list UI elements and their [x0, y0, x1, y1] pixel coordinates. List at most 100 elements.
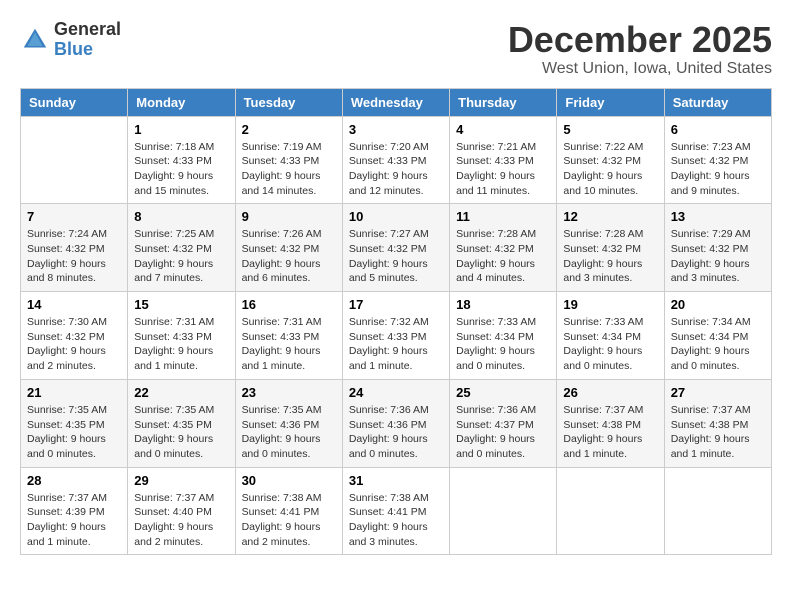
- day-number: 21: [27, 385, 121, 400]
- day-number: 28: [27, 473, 121, 488]
- day-info: Sunrise: 7:38 AMSunset: 4:41 PMDaylight:…: [242, 491, 336, 550]
- day-number: 7: [27, 209, 121, 224]
- calendar-table: SundayMondayTuesdayWednesdayThursdayFrid…: [20, 88, 772, 556]
- calendar-cell: 12 Sunrise: 7:28 AMSunset: 4:32 PMDayligh…: [557, 204, 664, 292]
- calendar-cell: 16 Sunrise: 7:31 AMSunset: 4:33 PMDayligh…: [235, 292, 342, 380]
- title-block: December 2025 West Union, Iowa, United S…: [508, 20, 772, 78]
- day-info: Sunrise: 7:35 AMSunset: 4:35 PMDaylight:…: [27, 403, 121, 462]
- day-number: 29: [134, 473, 228, 488]
- calendar-cell: 19 Sunrise: 7:33 AMSunset: 4:34 PMDayligh…: [557, 292, 664, 380]
- day-info: Sunrise: 7:23 AMSunset: 4:32 PMDaylight:…: [671, 140, 765, 199]
- day-info: Sunrise: 7:30 AMSunset: 4:32 PMDaylight:…: [27, 315, 121, 374]
- day-number: 23: [242, 385, 336, 400]
- calendar-cell: 13Sunrise: 7:29 AMSunset: 4:32 PMDayligh…: [664, 204, 771, 292]
- calendar-week-3: 14 Sunrise: 7:30 AMSunset: 4:32 PMDayligh…: [21, 292, 772, 380]
- day-number: 12: [563, 209, 657, 224]
- calendar-week-4: 21 Sunrise: 7:35 AMSunset: 4:35 PMDayligh…: [21, 379, 772, 467]
- calendar-week-2: 7 Sunrise: 7:24 AMSunset: 4:32 PMDaylight…: [21, 204, 772, 292]
- day-info: Sunrise: 7:25 AMSunset: 4:32 PMDaylight:…: [134, 227, 228, 286]
- day-info: Sunrise: 7:28 AMSunset: 4:32 PMDaylight:…: [563, 227, 657, 286]
- calendar-cell: 7 Sunrise: 7:24 AMSunset: 4:32 PMDaylight…: [21, 204, 128, 292]
- day-number: 3: [349, 122, 443, 137]
- day-number: 6: [671, 122, 765, 137]
- day-of-week-thursday: Thursday: [450, 88, 557, 116]
- calendar-cell: [21, 116, 128, 204]
- day-info: Sunrise: 7:37 AMSunset: 4:38 PMDaylight:…: [563, 403, 657, 462]
- day-number: 31: [349, 473, 443, 488]
- calendar-cell: 10 Sunrise: 7:27 AMSunset: 4:32 PMDayligh…: [342, 204, 449, 292]
- day-info: Sunrise: 7:33 AMSunset: 4:34 PMDaylight:…: [563, 315, 657, 374]
- calendar-cell: [557, 467, 664, 555]
- calendar-cell: 23Sunrise: 7:35 AMSunset: 4:36 PMDayligh…: [235, 379, 342, 467]
- day-number: 14: [27, 297, 121, 312]
- day-number: 26: [563, 385, 657, 400]
- logo: General Blue: [20, 20, 121, 60]
- day-number: 25: [456, 385, 550, 400]
- calendar-cell: 9 Sunrise: 7:26 AMSunset: 4:32 PMDaylight…: [235, 204, 342, 292]
- calendar-cell: 15Sunrise: 7:31 AMSunset: 4:33 PMDayligh…: [128, 292, 235, 380]
- calendar-cell: 14 Sunrise: 7:30 AMSunset: 4:32 PMDayligh…: [21, 292, 128, 380]
- calendar-body: 1 Sunrise: 7:18 AMSunset: 4:33 PMDaylight…: [21, 116, 772, 555]
- calendar-cell: 27Sunrise: 7:37 AMSunset: 4:38 PMDayligh…: [664, 379, 771, 467]
- day-of-week-tuesday: Tuesday: [235, 88, 342, 116]
- day-info: Sunrise: 7:31 AMSunset: 4:33 PMDaylight:…: [134, 315, 228, 374]
- location: West Union, Iowa, United States: [508, 60, 772, 78]
- page-header: General Blue December 2025 West Union, I…: [20, 20, 772, 78]
- calendar-cell: 21 Sunrise: 7:35 AMSunset: 4:35 PMDayligh…: [21, 379, 128, 467]
- calendar-cell: 24 Sunrise: 7:36 AMSunset: 4:36 PMDayligh…: [342, 379, 449, 467]
- calendar-cell: 2Sunrise: 7:19 AMSunset: 4:33 PMDaylight…: [235, 116, 342, 204]
- day-info: Sunrise: 7:38 AMSunset: 4:41 PMDaylight:…: [349, 491, 443, 550]
- day-number: 22: [134, 385, 228, 400]
- calendar-cell: 25 Sunrise: 7:36 AMSunset: 4:37 PMDayligh…: [450, 379, 557, 467]
- calendar-cell: 30 Sunrise: 7:38 AMSunset: 4:41 PMDayligh…: [235, 467, 342, 555]
- day-number: 5: [563, 122, 657, 137]
- calendar-cell: 31 Sunrise: 7:38 AMSunset: 4:41 PMDayligh…: [342, 467, 449, 555]
- day-info: Sunrise: 7:21 AMSunset: 4:33 PMDaylight:…: [456, 140, 550, 199]
- day-info: Sunrise: 7:36 AMSunset: 4:36 PMDaylight:…: [349, 403, 443, 462]
- day-number: 2: [242, 122, 336, 137]
- calendar-cell: 3 Sunrise: 7:20 AMSunset: 4:33 PMDaylight…: [342, 116, 449, 204]
- day-number: 1: [134, 122, 228, 137]
- day-of-week-wednesday: Wednesday: [342, 88, 449, 116]
- logo-general: General: [54, 20, 121, 40]
- day-number: 4: [456, 122, 550, 137]
- day-number: 11: [456, 209, 550, 224]
- day-info: Sunrise: 7:37 AMSunset: 4:39 PMDaylight:…: [27, 491, 121, 550]
- calendar-cell: 1 Sunrise: 7:18 AMSunset: 4:33 PMDaylight…: [128, 116, 235, 204]
- day-of-week-sunday: Sunday: [21, 88, 128, 116]
- day-info: Sunrise: 7:37 AMSunset: 4:38 PMDaylight:…: [671, 403, 765, 462]
- day-number: 16: [242, 297, 336, 312]
- day-info: Sunrise: 7:31 AMSunset: 4:33 PMDaylight:…: [242, 315, 336, 374]
- day-info: Sunrise: 7:26 AMSunset: 4:32 PMDaylight:…: [242, 227, 336, 286]
- calendar-cell: 11 Sunrise: 7:28 AMSunset: 4:32 PMDayligh…: [450, 204, 557, 292]
- calendar-cell: 20Sunrise: 7:34 AMSunset: 4:34 PMDayligh…: [664, 292, 771, 380]
- day-number: 18: [456, 297, 550, 312]
- logo-text: General Blue: [54, 20, 121, 60]
- day-number: 13: [671, 209, 765, 224]
- calendar-cell: 29 Sunrise: 7:37 AMSunset: 4:40 PMDayligh…: [128, 467, 235, 555]
- day-of-week-monday: Monday: [128, 88, 235, 116]
- day-info: Sunrise: 7:33 AMSunset: 4:34 PMDaylight:…: [456, 315, 550, 374]
- logo-icon: [20, 25, 50, 55]
- day-info: Sunrise: 7:37 AMSunset: 4:40 PMDaylight:…: [134, 491, 228, 550]
- calendar-cell: 28 Sunrise: 7:37 AMSunset: 4:39 PMDayligh…: [21, 467, 128, 555]
- day-info: Sunrise: 7:20 AMSunset: 4:33 PMDaylight:…: [349, 140, 443, 199]
- day-number: 9: [242, 209, 336, 224]
- day-number: 30: [242, 473, 336, 488]
- header-row: SundayMondayTuesdayWednesdayThursdayFrid…: [21, 88, 772, 116]
- day-of-week-friday: Friday: [557, 88, 664, 116]
- day-info: Sunrise: 7:18 AMSunset: 4:33 PMDaylight:…: [134, 140, 228, 199]
- day-number: 19: [563, 297, 657, 312]
- day-info: Sunrise: 7:28 AMSunset: 4:32 PMDaylight:…: [456, 227, 550, 286]
- day-info: Sunrise: 7:36 AMSunset: 4:37 PMDaylight:…: [456, 403, 550, 462]
- day-number: 8: [134, 209, 228, 224]
- logo-blue: Blue: [54, 40, 121, 60]
- calendar-cell: 4 Sunrise: 7:21 AMSunset: 4:33 PMDaylight…: [450, 116, 557, 204]
- calendar-cell: 22 Sunrise: 7:35 AMSunset: 4:35 PMDayligh…: [128, 379, 235, 467]
- day-number: 24: [349, 385, 443, 400]
- calendar-week-5: 28 Sunrise: 7:37 AMSunset: 4:39 PMDayligh…: [21, 467, 772, 555]
- day-info: Sunrise: 7:24 AMSunset: 4:32 PMDaylight:…: [27, 227, 121, 286]
- day-number: 10: [349, 209, 443, 224]
- day-info: Sunrise: 7:27 AMSunset: 4:32 PMDaylight:…: [349, 227, 443, 286]
- day-info: Sunrise: 7:35 AMSunset: 4:35 PMDaylight:…: [134, 403, 228, 462]
